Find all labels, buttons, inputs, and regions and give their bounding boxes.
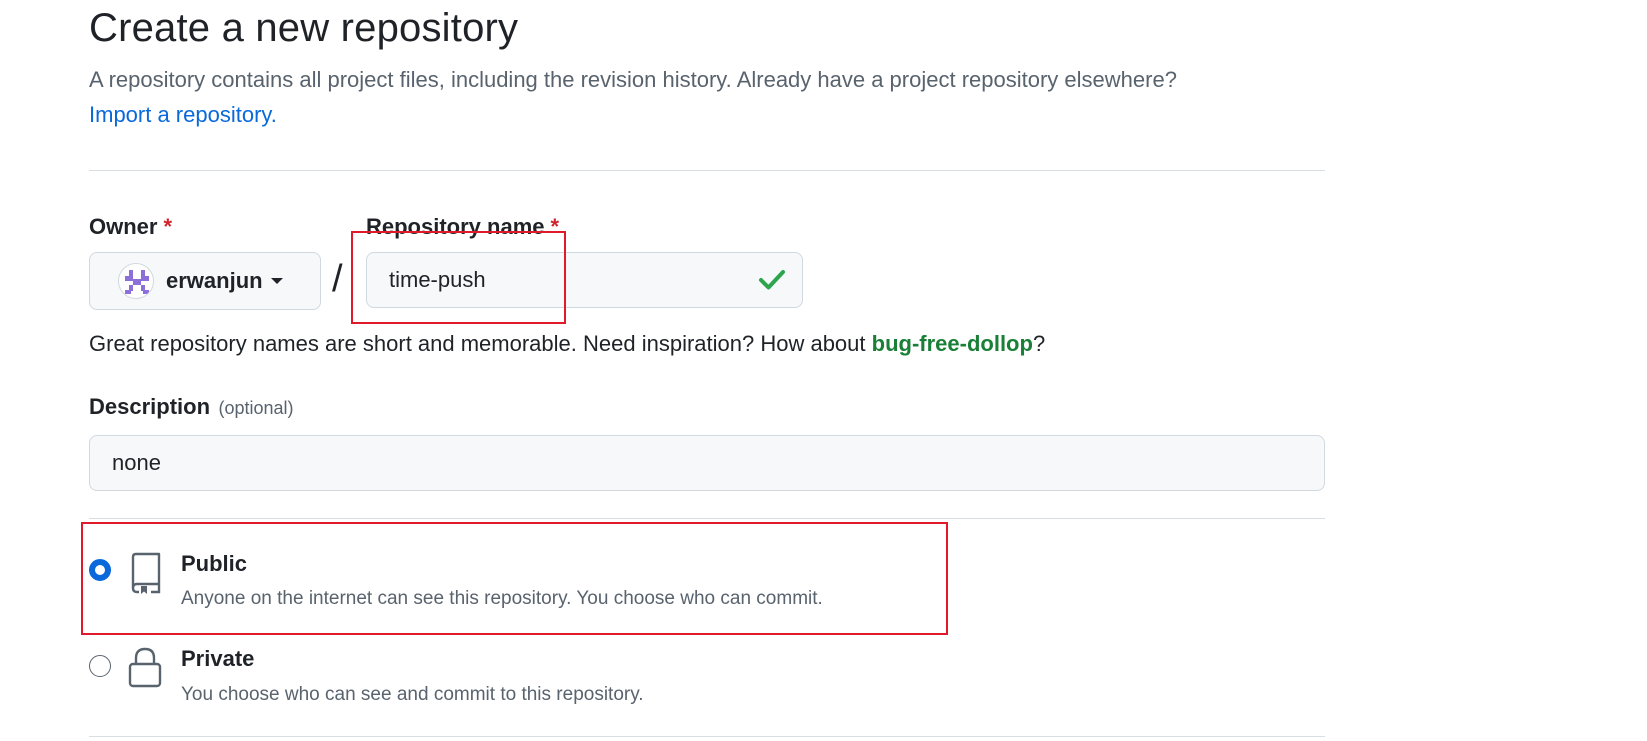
owner-dropdown[interactable]: erwanjun (89, 252, 321, 310)
check-icon (759, 270, 785, 290)
private-option-description: You choose who can see and commit to thi… (181, 684, 644, 705)
annotation-highlight-public-option (81, 522, 948, 635)
owner-name: erwanjun (166, 268, 263, 293)
description-label-text: Description (89, 394, 211, 419)
required-mark: * (163, 214, 173, 239)
public-option-title: Public (181, 551, 248, 576)
page-subtitle: A repository contains all project files,… (89, 67, 1177, 92)
lock-icon (128, 647, 162, 688)
private-radio[interactable] (89, 655, 111, 677)
public-radio[interactable] (89, 559, 111, 581)
required-mark: * (550, 214, 560, 239)
hint-suffix: ? (1032, 331, 1046, 356)
owner-label: Owner * (89, 214, 172, 240)
hint-text: Great repository names are short and mem… (89, 331, 872, 356)
repository-name-hint: Great repository names are short and mem… (89, 331, 1045, 357)
public-option-description: Anyone on the internet can see this repo… (181, 588, 823, 609)
owner-repo-separator: / (332, 258, 343, 300)
optional-tag: (optional) (218, 398, 294, 418)
repository-name-label-text: Repository name (366, 214, 545, 239)
name-suggestion-link[interactable]: bug-free-dollop (872, 331, 1033, 356)
import-repository-link[interactable]: Import a repository. (89, 102, 277, 128)
divider (89, 518, 1325, 519)
repo-icon (131, 552, 161, 594)
repository-name-label: Repository name * (366, 214, 559, 240)
caret-down-icon (270, 278, 283, 284)
description-label: Description (optional) (89, 394, 294, 420)
owner-avatar-icon (118, 263, 154, 299)
description-input[interactable] (89, 435, 1325, 491)
repository-name-input[interactable] (366, 252, 803, 308)
page-title: Create a new repository (89, 6, 519, 50)
divider (89, 736, 1325, 737)
private-option-title: Private (181, 646, 255, 671)
divider (89, 170, 1325, 171)
owner-label-text: Owner (89, 214, 158, 239)
